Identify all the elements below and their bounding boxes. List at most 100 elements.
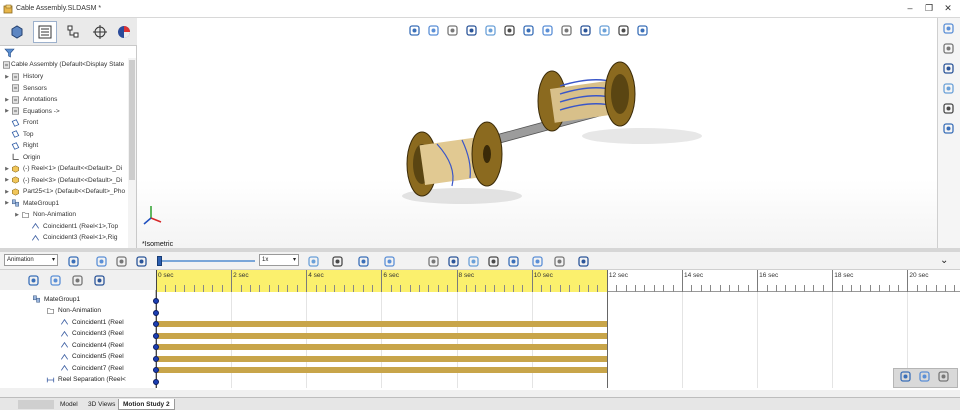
design-library-tab[interactable]: [942, 42, 957, 57]
expand-arrow-icon[interactable]: ▶: [4, 200, 10, 206]
key-point[interactable]: [153, 298, 159, 304]
tab-dimxpert-manager[interactable]: [88, 21, 112, 43]
custom-properties-tab[interactable]: [942, 122, 957, 137]
scrollbar-thumb[interactable]: [129, 60, 135, 180]
stop-button[interactable]: [134, 254, 148, 268]
timeline-slider[interactable]: [157, 256, 255, 266]
key-point[interactable]: [153, 344, 159, 350]
force-button[interactable]: [466, 254, 480, 268]
motor-button[interactable]: [382, 254, 396, 268]
restore-button[interactable]: ❐: [922, 3, 936, 14]
play-from-start-button[interactable]: [94, 254, 108, 268]
tab-display-manager[interactable]: [114, 21, 134, 43]
expand-arrow-icon[interactable]: ▶: [4, 166, 10, 172]
motion-tree-item[interactable]: MateGroup1: [32, 293, 80, 305]
tree-item[interactable]: ▶ Non-Animation: [14, 209, 142, 221]
motion-tree-item[interactable]: Non-Animation: [46, 305, 101, 317]
tree-item[interactable]: ▶ (-) Reel<1> (Default<<Default>_Di: [4, 163, 132, 175]
tree-item[interactable]: ▶ MateGroup1: [4, 198, 132, 210]
zoom-out-timeline-button[interactable]: [918, 370, 934, 386]
filter-driving-button[interactable]: [48, 273, 62, 287]
tab-scroll-arrows[interactable]: [18, 400, 54, 409]
ruler-minor-tick: [287, 285, 289, 292]
tab-model[interactable]: Model: [56, 399, 82, 410]
filter-results-button[interactable]: [92, 273, 106, 287]
ruler-minor-tick: [851, 285, 853, 292]
spring-button[interactable]: [426, 254, 440, 268]
motion-study-properties-button[interactable]: [356, 254, 370, 268]
motion-tree-item[interactable]: Coincident1 (Reel: [60, 316, 124, 328]
gravity-button[interactable]: [506, 254, 520, 268]
collapse-chevron-icon[interactable]: ⌄: [940, 255, 948, 266]
motion-tree-item[interactable]: Coincident7 (Reel: [60, 362, 124, 374]
animation-bar[interactable]: [156, 355, 607, 362]
tree-item[interactable]: ▶ Equations ->: [4, 106, 132, 118]
contact-button[interactable]: [486, 254, 500, 268]
tree-item[interactable]: ▶ History: [4, 71, 132, 83]
home-tab[interactable]: [942, 22, 957, 37]
study-type-value: Animation: [7, 257, 34, 263]
close-button[interactable]: ✕: [941, 3, 955, 14]
tree-item[interactable]: ▶ Part25<1> (Default<<Default>_Pho: [4, 186, 132, 198]
timeline-area[interactable]: 0 sec 2 sec 4 sec 6 sec 8 sec 10 sec 12 sec 14 …: [153, 270, 960, 390]
tree-item[interactable]: Front: [4, 117, 132, 129]
tab-feature-manager[interactable]: [5, 21, 29, 43]
tree-item[interactable]: Origin: [4, 152, 132, 164]
tab-motion-study-2[interactable]: Motion Study 2: [118, 399, 175, 410]
key-point[interactable]: [153, 367, 159, 373]
key-point[interactable]: [153, 321, 159, 327]
play-button[interactable]: [114, 254, 128, 268]
filter-selected-button[interactable]: [70, 273, 84, 287]
expand-arrow-icon[interactable]: ▶: [4, 177, 10, 183]
settings-button[interactable]: [576, 254, 590, 268]
animation-bar[interactable]: [156, 321, 607, 327]
view-palette-tab[interactable]: [942, 82, 957, 97]
autokey-button[interactable]: [306, 254, 320, 268]
animation-bar[interactable]: [156, 367, 607, 373]
minimize-button[interactable]: –: [903, 3, 917, 14]
expand-arrow-icon[interactable]: ▶: [4, 74, 10, 80]
tree-root-assembly[interactable]: Cable Assembly (Default<Display State: [2, 59, 130, 71]
tab-configuration-manager[interactable]: [61, 21, 85, 43]
results-button[interactable]: [530, 254, 544, 268]
tree-filter[interactable]: [4, 48, 134, 58]
key-point[interactable]: [153, 309, 159, 316]
expand-arrow-icon[interactable]: ▶: [4, 97, 10, 103]
tree-scrollbar[interactable]: [128, 58, 136, 248]
filter-animated-button[interactable]: [26, 273, 40, 287]
expand-arrow-icon[interactable]: ▶: [4, 108, 10, 114]
motion-tree-item[interactable]: Coincident3 (Reel: [60, 328, 124, 340]
calculate-button[interactable]: [66, 254, 80, 268]
damper-button[interactable]: [446, 254, 460, 268]
study-type-select[interactable]: Animation ▾: [4, 254, 58, 266]
motion-tree-item[interactable]: Coincident4 (Reel: [60, 339, 124, 351]
expand-arrow-icon[interactable]: ▶: [14, 212, 20, 218]
ruler-tick-label: 2 sec: [233, 272, 249, 279]
tree-item[interactable]: ▶ (-) Reel<3> (Default<<Default>_Di: [4, 175, 132, 187]
zoom-fit-timeline-button[interactable]: [937, 370, 953, 386]
time-ruler[interactable]: 0 sec 2 sec 4 sec 6 sec 8 sec 10 sec 12 sec 14 …: [156, 270, 960, 292]
animation-bar[interactable]: [156, 344, 607, 350]
slider-thumb[interactable]: [157, 256, 162, 266]
key-point[interactable]: [153, 332, 159, 339]
tree-item[interactable]: Top: [4, 129, 132, 141]
appearances-tab[interactable]: [942, 102, 957, 117]
tree-item[interactable]: ▶ Annotations: [4, 94, 132, 106]
tab-3d-views[interactable]: 3D Views: [84, 399, 119, 410]
cable-reel-model[interactable]: [382, 36, 782, 216]
motion-tree-item[interactable]: Coincident5 (Reel: [60, 351, 124, 363]
export-button[interactable]: [552, 254, 566, 268]
graphics-area[interactable]: *Isometric: [137, 18, 937, 248]
motion-tree-item[interactable]: Reel Separation (Reel<: [46, 374, 126, 386]
file-explorer-tab[interactable]: [942, 62, 957, 77]
key-point[interactable]: [153, 378, 159, 385]
key-point[interactable]: [153, 355, 159, 362]
tree-item[interactable]: Right: [4, 140, 132, 152]
tree-item[interactable]: Sensors: [4, 83, 132, 95]
expand-arrow-icon[interactable]: ▶: [4, 189, 10, 195]
tab-property-manager[interactable]: [33, 21, 57, 43]
zoom-in-timeline-button[interactable]: [899, 370, 915, 386]
add-key-button[interactable]: [330, 254, 344, 268]
animation-bar[interactable]: [156, 332, 607, 339]
playback-speed-select[interactable]: 1x ▾: [259, 254, 299, 266]
